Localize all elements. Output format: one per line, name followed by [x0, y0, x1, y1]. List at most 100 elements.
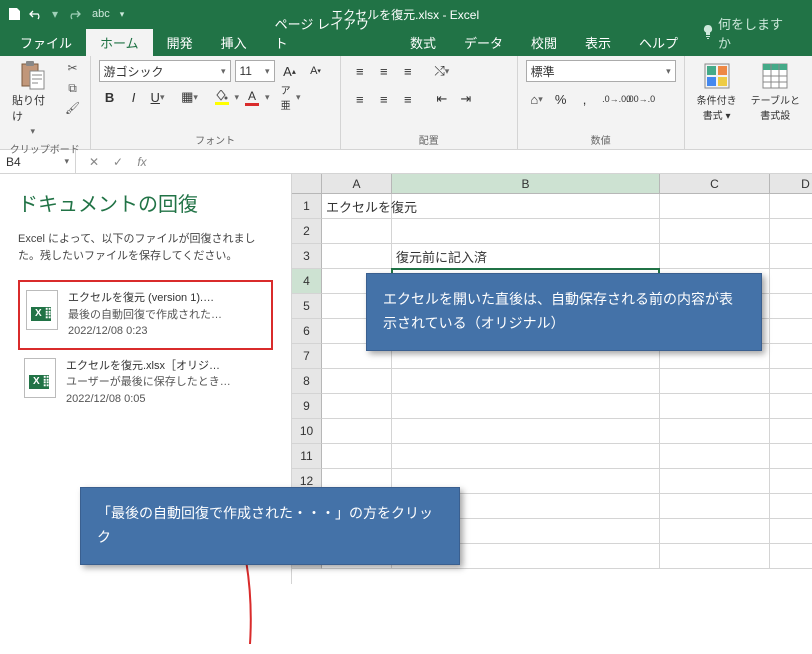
cell[interactable]: [660, 544, 770, 569]
bold-button[interactable]: B: [99, 86, 121, 108]
fx-icon[interactable]: fx: [134, 155, 150, 169]
align-center-icon[interactable]: ≡: [373, 88, 395, 110]
row-header[interactable]: 2: [292, 219, 322, 244]
tab-data[interactable]: データ: [450, 29, 517, 56]
cell[interactable]: [322, 419, 392, 444]
comma-format-icon[interactable]: ,: [574, 88, 596, 110]
chevron-down-icon[interactable]: ▾: [235, 92, 240, 103]
format-painter-icon[interactable]: 🖌: [64, 100, 82, 116]
align-top-icon[interactable]: ≡: [349, 60, 371, 82]
cell[interactable]: [660, 419, 770, 444]
cell[interactable]: 復元前に記入済: [392, 244, 660, 269]
row-header[interactable]: 10: [292, 419, 322, 444]
save-icon[interactable]: [6, 6, 22, 22]
row-header[interactable]: 7: [292, 344, 322, 369]
tab-home[interactable]: ホーム: [86, 29, 153, 56]
row-header[interactable]: 5: [292, 294, 322, 319]
redo-icon[interactable]: [66, 6, 82, 22]
row-header[interactable]: 1: [292, 194, 322, 219]
increase-decimal-icon[interactable]: .0→.00: [606, 88, 628, 110]
cut-icon[interactable]: ✂: [64, 60, 82, 76]
cell[interactable]: [770, 269, 812, 294]
font-size-select[interactable]: 11▾: [235, 60, 275, 82]
cell[interactable]: [770, 344, 812, 369]
cell[interactable]: [322, 444, 392, 469]
cell[interactable]: [392, 369, 660, 394]
cell[interactable]: [770, 219, 812, 244]
column-header[interactable]: D: [770, 174, 812, 194]
tab-page-layout[interactable]: ページ レイアウト: [261, 10, 396, 56]
increase-font-icon[interactable]: A▴: [279, 60, 301, 82]
cell[interactable]: [770, 494, 812, 519]
tab-help[interactable]: ヘルプ: [625, 29, 692, 56]
cell[interactable]: [660, 369, 770, 394]
recovery-item[interactable]: X ⣿ エクセルを復元 (version 1).… 最後の自動回復で作成された……: [18, 280, 273, 350]
chevron-down-icon[interactable]: ▾: [265, 92, 270, 103]
underline-button[interactable]: U▾: [147, 86, 169, 108]
column-header[interactable]: A: [322, 174, 392, 194]
align-middle-icon[interactable]: ≡: [373, 60, 395, 82]
cell[interactable]: [770, 519, 812, 544]
cell[interactable]: [770, 469, 812, 494]
cell[interactable]: [770, 294, 812, 319]
accounting-format-icon[interactable]: ⌂▾: [526, 88, 548, 110]
cell[interactable]: [770, 244, 812, 269]
enter-icon[interactable]: ✓: [110, 155, 126, 169]
paste-button[interactable]: 貼り付け ▾: [8, 60, 58, 139]
tab-view[interactable]: 表示: [571, 29, 625, 56]
cell[interactable]: [770, 319, 812, 344]
cell[interactable]: [770, 394, 812, 419]
tab-review[interactable]: 校閲: [517, 29, 571, 56]
cell[interactable]: [322, 219, 392, 244]
cell[interactable]: [660, 469, 770, 494]
align-left-icon[interactable]: ≡: [349, 88, 371, 110]
copy-icon[interactable]: ⧉: [64, 80, 82, 96]
cell[interactable]: [770, 194, 812, 219]
cell[interactable]: [322, 394, 392, 419]
row-header[interactable]: 9: [292, 394, 322, 419]
tab-formulas[interactable]: 数式: [396, 29, 450, 56]
cell[interactable]: [660, 494, 770, 519]
row-header[interactable]: 6: [292, 319, 322, 344]
cell[interactable]: [660, 519, 770, 544]
row-header[interactable]: 8: [292, 369, 322, 394]
format-as-table-button[interactable]: テーブルと 書式設: [747, 60, 804, 124]
phonetic-button[interactable]: ア亜▾: [280, 86, 302, 108]
cell[interactable]: [392, 394, 660, 419]
cell[interactable]: [392, 419, 660, 444]
percent-format-icon[interactable]: %: [550, 88, 572, 110]
cell[interactable]: [392, 194, 660, 219]
cell[interactable]: [770, 544, 812, 569]
cell[interactable]: [392, 219, 660, 244]
align-bottom-icon[interactable]: ≡: [397, 60, 419, 82]
cell[interactable]: [660, 444, 770, 469]
column-header[interactable]: C: [660, 174, 770, 194]
row-header[interactable]: 3: [292, 244, 322, 269]
cell[interactable]: [770, 444, 812, 469]
cell[interactable]: エクセルを復元: [322, 194, 392, 219]
name-box[interactable]: B4 ▾: [0, 150, 76, 173]
tab-developer[interactable]: 開発: [153, 29, 207, 56]
align-right-icon[interactable]: ≡: [397, 88, 419, 110]
undo-icon[interactable]: [28, 6, 44, 22]
cell[interactable]: [660, 394, 770, 419]
row-header[interactable]: 11: [292, 444, 322, 469]
cell[interactable]: [770, 419, 812, 444]
tab-insert[interactable]: 挿入: [207, 29, 261, 56]
cell[interactable]: [392, 444, 660, 469]
font-name-select[interactable]: 游ゴシック▾: [99, 60, 231, 82]
italic-button[interactable]: I: [123, 86, 145, 108]
cell[interactable]: [322, 369, 392, 394]
decrease-decimal-icon[interactable]: .00→.0: [630, 88, 652, 110]
row-header[interactable]: 4: [292, 269, 322, 294]
cell[interactable]: [770, 369, 812, 394]
orientation-icon[interactable]: ⤭▾: [431, 60, 453, 82]
conditional-formatting-button[interactable]: 条件付き 書式 ▾: [693, 60, 741, 124]
fill-color-button[interactable]: [211, 86, 233, 108]
column-header[interactable]: B: [392, 174, 660, 194]
number-format-select[interactable]: 標準▾: [526, 60, 676, 82]
cancel-icon[interactable]: ✕: [86, 155, 102, 169]
font-color-button[interactable]: A: [241, 86, 263, 108]
cell[interactable]: [322, 244, 392, 269]
recovery-item[interactable]: X ⣿ エクセルを復元.xlsx［オリジ… ユーザーが最後に保存したとき… 20…: [18, 350, 273, 416]
